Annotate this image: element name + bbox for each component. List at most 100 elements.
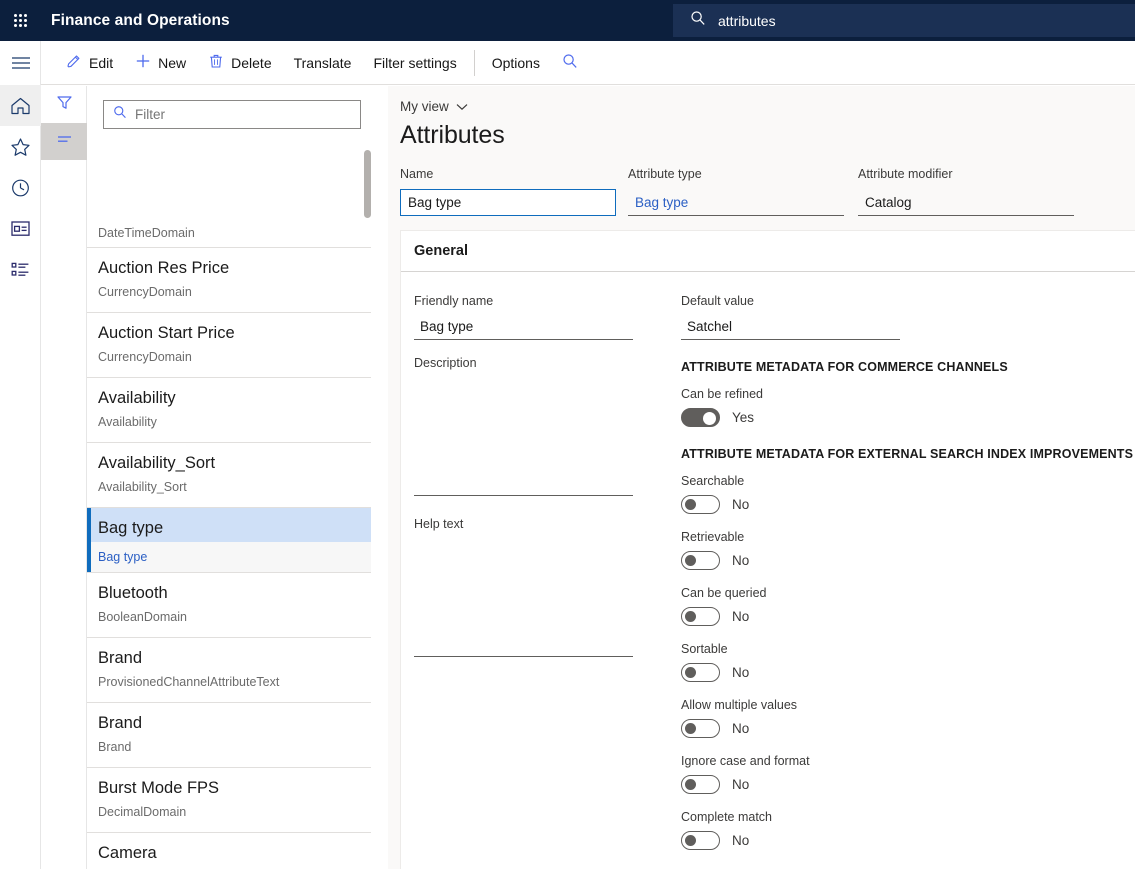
list-filter-box[interactable] [103,100,361,129]
list-item-title: Bluetooth [98,582,371,605]
new-button[interactable]: New [124,48,197,78]
toggle-field: Allow multiple valuesNo [681,696,1111,738]
toggle-label: Allow multiple values [681,696,1111,714]
edit-button[interactable]: Edit [55,48,124,78]
toggle-state-text: No [732,497,749,512]
global-search-input[interactable] [718,13,1135,29]
toggle-label: Complete match [681,808,1111,826]
toggle-knob [685,611,696,622]
help-text-field-group: Help text [414,515,644,662]
list-item[interactable]: Auction Res PriceCurrencyDomain [87,247,371,312]
list-item-title: Availability [98,387,371,410]
general-section-header[interactable]: General [401,231,1135,272]
clock-icon[interactable] [0,167,41,208]
toggle-field: RetrievableNo [681,528,1111,570]
name-input[interactable] [400,189,616,216]
options-button[interactable]: Options [481,48,551,78]
translate-button-label: Translate [294,55,352,71]
list-item-subtitle: CurrencyDomain [98,282,371,302]
list-item[interactable]: Availability_SortAvailability_Sort [87,442,371,507]
list-item[interactable]: CameraTextDomain [87,832,371,869]
app-title: Finance and Operations [51,12,230,30]
attribute-list: Auction Res PriceCurrencyDomainAuction S… [87,247,371,869]
list-panel: DateTimeDomain Auction Res PriceCurrency… [41,86,371,869]
toggle-row: No [681,607,1111,626]
toggle-switch[interactable] [681,551,720,570]
toggle-switch[interactable] [681,775,720,794]
list-item[interactable]: BluetoothBooleanDomain [87,572,371,637]
attribute-modifier-field-label: Attribute modifier [858,165,1074,183]
list-item[interactable]: Burst Mode FPSDecimalDomain [87,767,371,832]
filter-pane-toggle[interactable] [41,86,87,123]
filter-funnel-icon [56,94,73,116]
toggle-knob [685,499,696,510]
list-item-title: Burst Mode FPS [98,777,371,800]
help-text-textarea[interactable] [414,537,633,657]
toggle-state-text: No [732,609,749,624]
list-filter-input[interactable] [135,107,360,122]
app-launcher-icon[interactable] [0,0,41,41]
friendly-name-input[interactable] [414,314,633,340]
list-scrollbar-thumb[interactable] [364,150,371,218]
list-item-title: Brand [98,712,371,735]
view-selector[interactable]: My view [400,99,468,114]
description-textarea[interactable] [414,376,633,496]
name-field-label: Name [400,165,628,183]
chevron-down-icon [456,99,468,114]
toggle-knob [685,835,696,846]
toggle-switch[interactable] [681,408,720,427]
star-icon[interactable] [0,126,41,167]
default-value-input[interactable] [681,314,900,340]
commerce-toggle-group: Can be refinedYes [681,385,1111,427]
toggle-switch[interactable] [681,495,720,514]
delete-button-label: Delete [231,55,271,71]
attribute-modifier-field-group: Attribute modifier [858,165,1074,216]
toggle-switch[interactable] [681,663,720,682]
list-item[interactable]: Auction Start PriceCurrencyDomain [87,312,371,377]
workspace-icon[interactable] [0,208,41,249]
list-item-subtitle: ProvisionedChannelAttributeText [98,672,371,692]
toggle-state-text: Yes [732,410,754,425]
list-icon[interactable] [0,249,41,290]
toggle-field: SortableNo [681,640,1111,682]
attribute-modifier-input[interactable] [858,189,1074,216]
home-icon[interactable] [0,85,41,126]
toggle-state-text: No [732,665,749,680]
search-toggle-group: SearchableNoRetrievableNoCan be queriedN… [681,472,1111,850]
general-left-column: Friendly name Description Help text [414,292,644,676]
toggle-state-text: No [732,553,749,568]
toggle-switch[interactable] [681,831,720,850]
top-header-bar: Finance and Operations [0,0,1135,41]
filter-settings-button-label: Filter settings [373,55,456,71]
attribute-type-input[interactable] [628,189,844,216]
trash-icon [208,53,224,72]
toggle-switch[interactable] [681,719,720,738]
list-item[interactable]: Bag typeBag type [87,507,371,572]
toolbar-search-button[interactable] [551,48,589,78]
list-item-subtitle: CurrencyDomain [98,347,371,367]
translate-button[interactable]: Translate [283,48,363,78]
search-metadata-section-title: ATTRIBUTE METADATA FOR EXTERNAL SEARCH I… [681,447,1111,461]
toggle-switch[interactable] [681,607,720,626]
list-item[interactable]: BrandBrand [87,702,371,767]
global-search-box[interactable] [673,4,1135,37]
toggle-label: Searchable [681,472,1111,490]
partial-list-item-subtitle: DateTimeDomain [98,226,195,240]
toggle-row: No [681,663,1111,682]
hamburger-menu-icon[interactable] [0,41,41,85]
list-pane-toggle[interactable] [41,123,87,160]
toggle-row: No [681,831,1111,850]
list-item-subtitle: Availability [98,412,371,432]
list-scrollbar-track[interactable] [364,86,371,869]
general-section-body: Friendly name Description Help text Defa… [401,272,1135,869]
search-icon [113,105,127,124]
general-card: General Friendly name Description Help t… [400,230,1135,869]
toggle-field: Complete match No [681,808,1111,850]
list-item-title: Bag type [98,517,371,540]
delete-button[interactable]: Delete [197,48,282,78]
list-item[interactable]: AvailabilityAvailability [87,377,371,442]
list-item-subtitle: BooleanDomain [98,607,371,627]
list-item[interactable]: BrandProvisionedChannelAttributeText [87,637,371,702]
toggle-field: Searchable No [681,472,1111,514]
filter-settings-button[interactable]: Filter settings [362,48,467,78]
